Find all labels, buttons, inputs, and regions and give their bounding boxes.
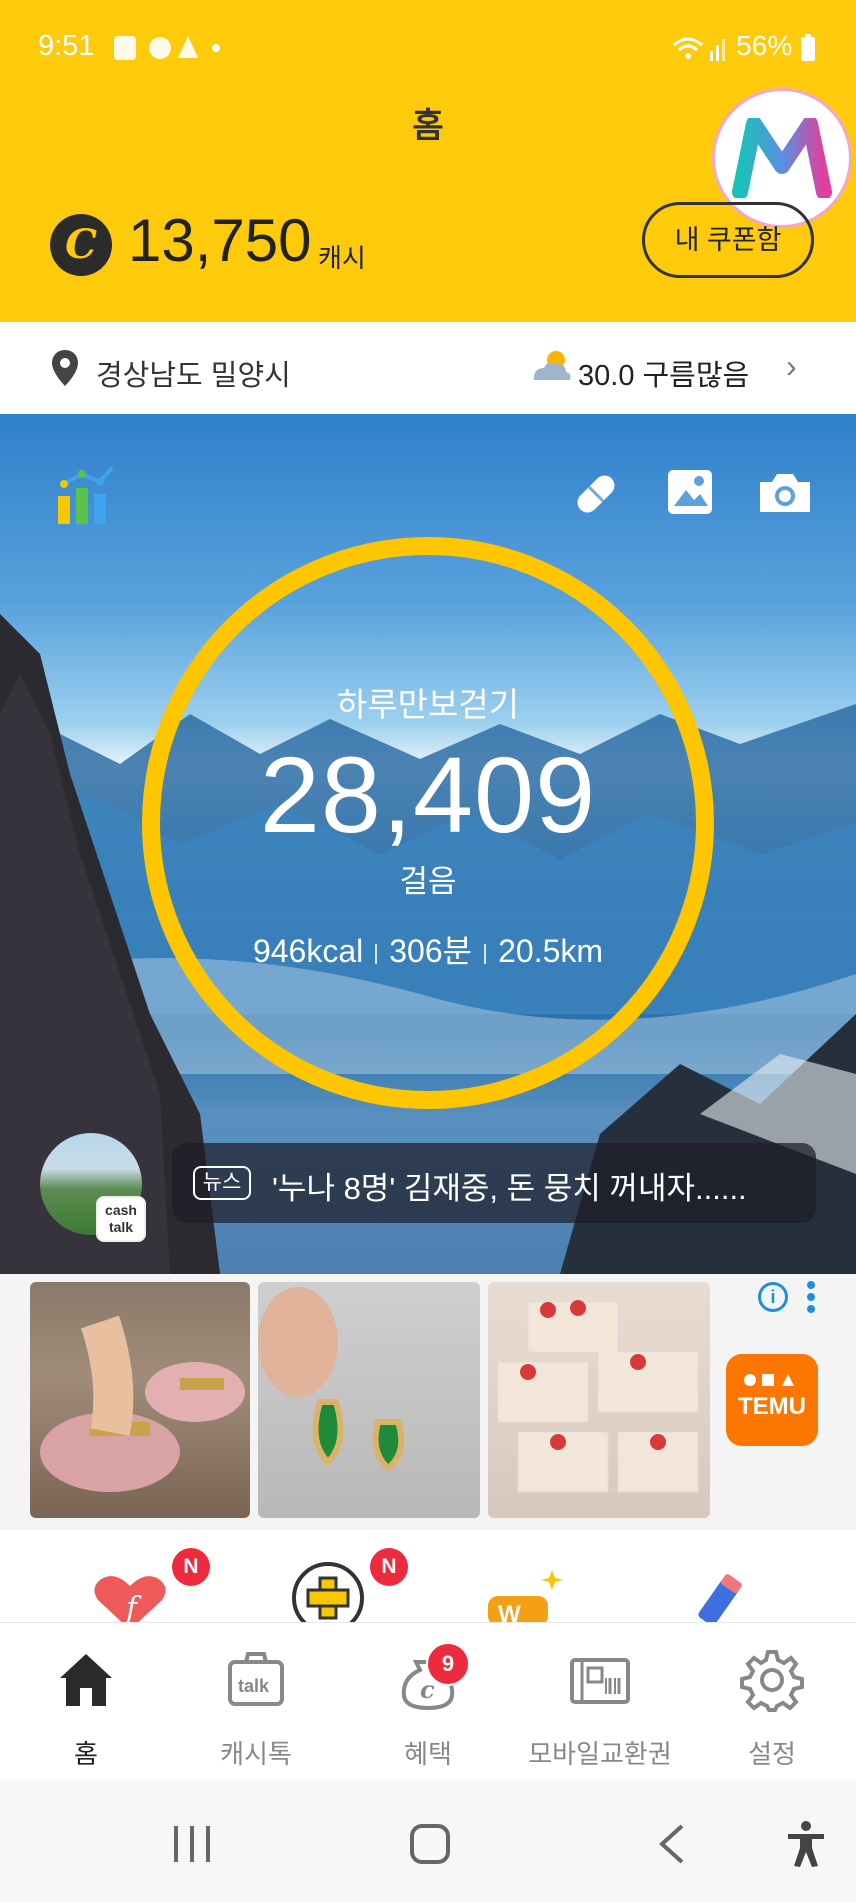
nav-label-settings: 설정 (748, 1739, 796, 1769)
temu-logo[interactable]: TEMU (726, 1354, 818, 1446)
notification-icons (112, 30, 222, 71)
weather-text: 30.0 구름많음 (578, 360, 750, 392)
cashtalk-icon: talk (228, 1652, 284, 1706)
cash-unit: 캐시 (318, 243, 366, 273)
pill-icon[interactable] (570, 468, 622, 520)
camera-icon[interactable] (756, 470, 814, 516)
back-icon[interactable] (656, 1822, 688, 1866)
wifi-signal-icon (673, 37, 726, 61)
news-headline[interactable]: '누나 8명' 김재중, 돈 뭉치 꺼내자...... (272, 1163, 792, 1208)
ad-info-icon[interactable]: i (758, 1282, 788, 1312)
cashtalk-badge-line1: cash (105, 1202, 137, 1218)
nav-item-gift-voucher[interactable]: 모바일교환권 (520, 1648, 680, 1769)
divider (375, 943, 378, 964)
gallery-icon[interactable] (666, 468, 714, 516)
cash-amount[interactable]: 13,750 (128, 206, 312, 275)
kcal-value: 946kcal (252, 933, 364, 969)
recent-apps-icon[interactable] (170, 1824, 214, 1864)
points-shortcut-icon[interactable]: W (488, 1566, 568, 1622)
temu-brand: TEMU (738, 1393, 806, 1420)
home-button-icon[interactable] (408, 1822, 452, 1866)
cashtalk-badge: cash talk (96, 1196, 146, 1242)
distance-value: 20.5km (498, 933, 604, 969)
temu-icons (726, 1354, 818, 1393)
battery-icon (801, 33, 815, 61)
medical-shortcut-icon[interactable] (290, 1560, 366, 1622)
coupon-box-button[interactable]: 내 쿠폰함 (642, 202, 814, 278)
nav-label-home: 홈 (74, 1739, 98, 1769)
status-right: 56% (670, 30, 816, 63)
m-logo-icon (732, 118, 832, 198)
ad-image-earrings[interactable] (258, 1282, 480, 1518)
location-text: 경상남도 밀양시 (96, 360, 291, 392)
chevron-right-icon[interactable]: › (786, 348, 797, 385)
stats-chart-icon[interactable] (54, 462, 120, 528)
home-icon (60, 1654, 112, 1706)
cash-coin-icon: C (50, 214, 112, 276)
new-badge: N (370, 1548, 408, 1586)
nav-item-home[interactable]: 홈 (6, 1648, 166, 1769)
minutes-value: 306분 (389, 933, 473, 969)
partly-cloudy-icon (533, 351, 571, 380)
location-pin-icon (52, 350, 78, 386)
ad-image-cakes[interactable] (488, 1282, 710, 1518)
svg-text:W: W (498, 1601, 521, 1622)
nav-label-cashtalk: 캐시톡 (220, 1739, 292, 1769)
benefits-badge: 9 (426, 1642, 470, 1686)
more-vertical-icon[interactable] (806, 1280, 816, 1314)
news-tag: 뉴스 (193, 1166, 251, 1200)
step-count: 28,409 (259, 734, 597, 855)
svg-text:talk: talk (238, 1676, 270, 1696)
shortcut-row: f N N W (0, 1530, 856, 1622)
heart-shortcut-icon[interactable]: f (90, 1570, 170, 1622)
nav-label-benefits: 혜택 (404, 1739, 452, 1769)
voucher-icon (570, 1658, 630, 1704)
nav-item-benefits[interactable]: c 9 혜택 (348, 1642, 508, 1769)
nav-item-settings[interactable]: 설정 (692, 1648, 852, 1769)
new-badge: N (172, 1548, 210, 1586)
status-time: 9:51 (38, 30, 95, 62)
step-unit: 걸음 (399, 864, 457, 899)
walk-label: 하루만보걷기 (336, 686, 520, 723)
battery-text: 56% (736, 30, 793, 61)
ad-image-sandals[interactable] (30, 1282, 250, 1518)
gear-icon (740, 1650, 804, 1712)
walk-stats: 946kcal 306분 20.5km (0, 926, 856, 972)
pen-shortcut-icon[interactable] (690, 1570, 750, 1622)
nav-item-cashtalk[interactable]: talk 캐시톡 (176, 1648, 336, 1769)
nav-label-gift-voucher: 모바일교환권 (528, 1739, 672, 1769)
cashtalk-badge-line2: talk (108, 1219, 134, 1235)
divider (484, 943, 487, 964)
accessibility-icon[interactable] (784, 1820, 828, 1868)
